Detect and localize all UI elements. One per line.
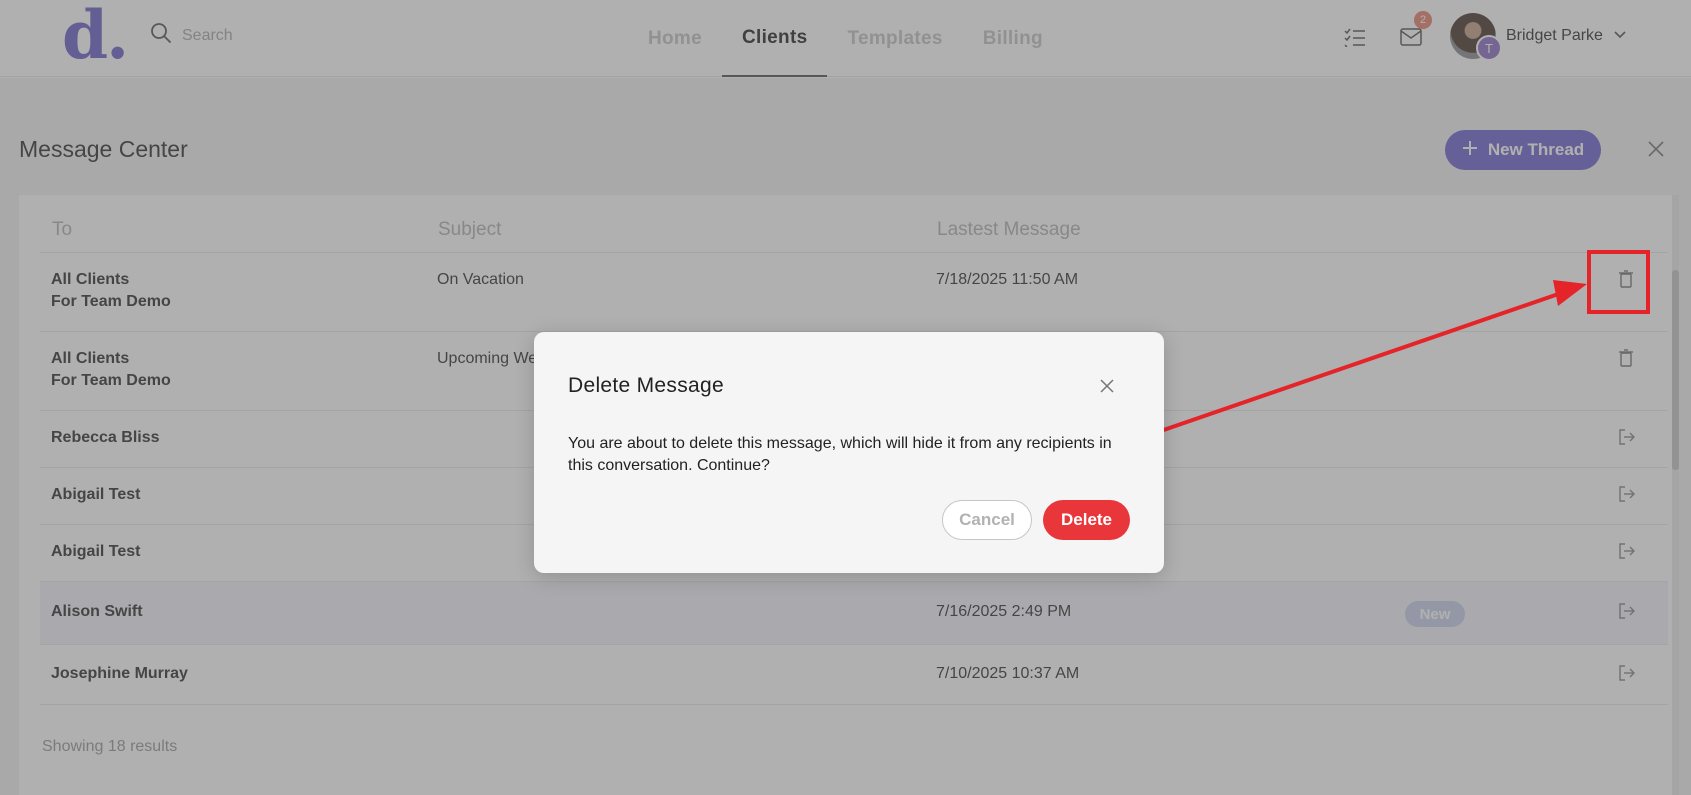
delete-message-dialog: Delete Message You are about to delete t… (534, 332, 1164, 573)
cancel-button[interactable]: Cancel (942, 500, 1032, 540)
dialog-title: Delete Message (568, 374, 724, 397)
dialog-message: You are about to delete this message, wh… (568, 435, 1112, 474)
close-icon[interactable] (1099, 378, 1115, 399)
delete-button[interactable]: Delete (1043, 500, 1130, 540)
